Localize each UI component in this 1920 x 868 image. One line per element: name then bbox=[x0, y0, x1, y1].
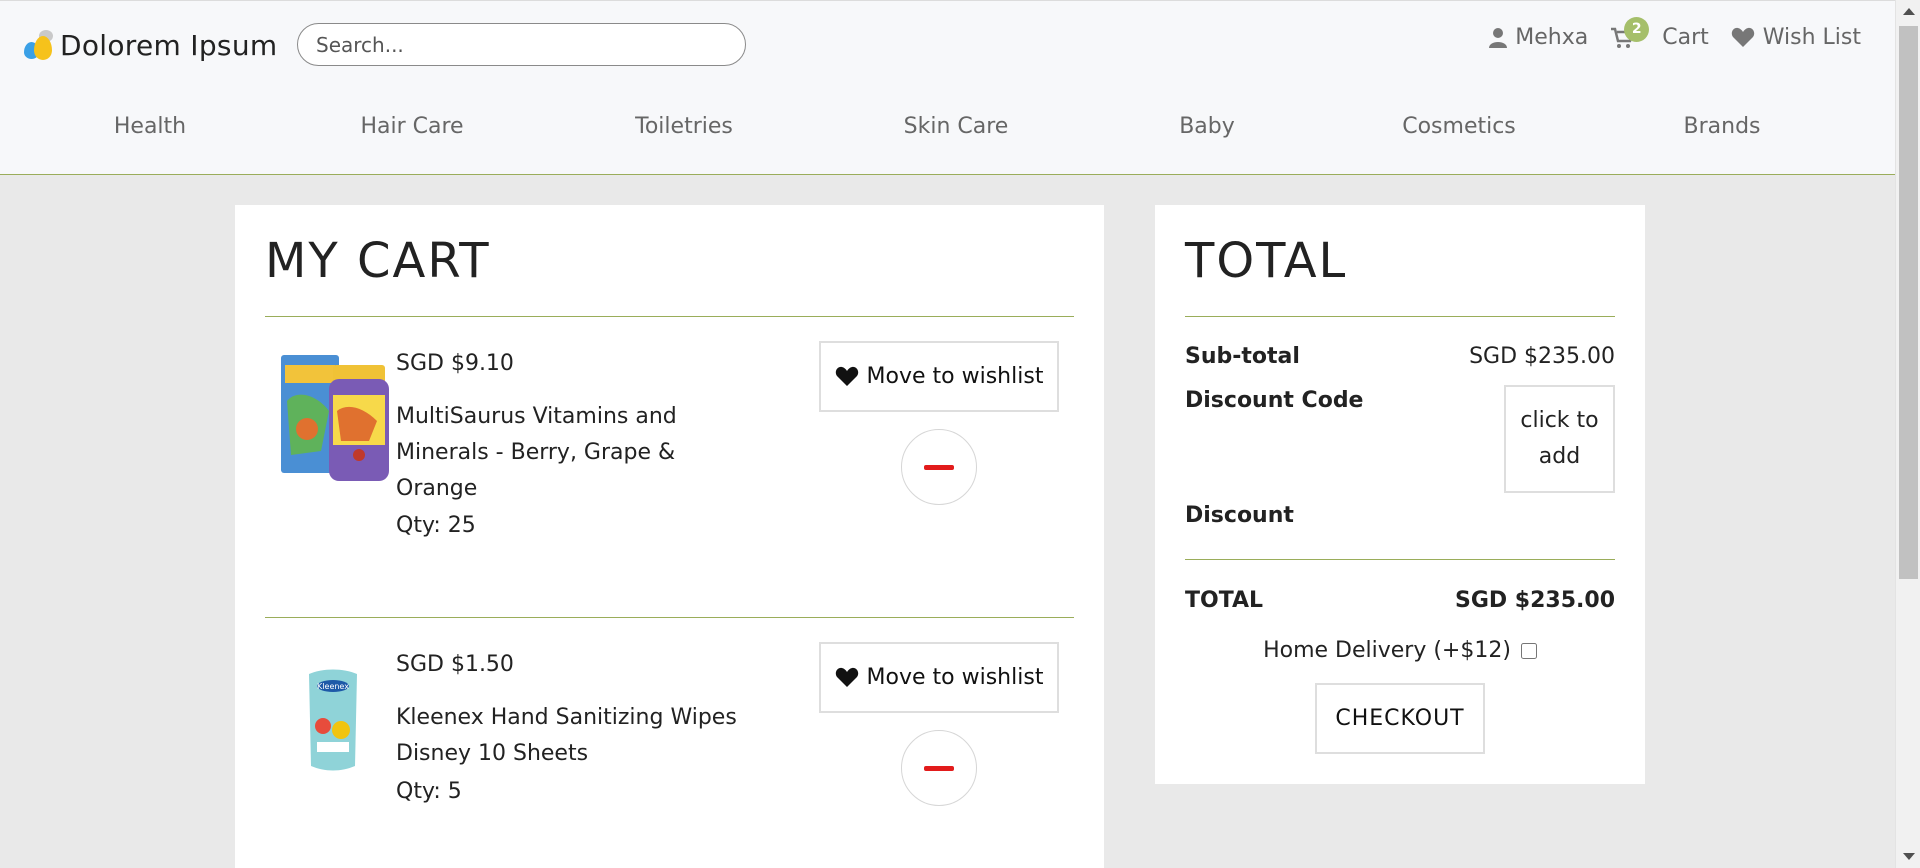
site-header: Dolorem Ipsum Mehxa 2 Cart Wish List Hea… bbox=[0, 0, 1895, 175]
home-delivery-option: Home Delivery (+$12) bbox=[1155, 638, 1645, 663]
divider bbox=[265, 316, 1074, 317]
cart-count-badge: 2 bbox=[1624, 16, 1650, 42]
move-to-wishlist-label: Move to wishlist bbox=[866, 364, 1044, 389]
minus-icon bbox=[924, 765, 954, 771]
total-label: TOTAL bbox=[1185, 588, 1264, 613]
home-delivery-label: Home Delivery (+$12) bbox=[1263, 638, 1511, 663]
scroll-down-icon[interactable] bbox=[1903, 853, 1915, 860]
subtotal-label: Sub-total bbox=[1185, 344, 1300, 369]
remove-item-button[interactable] bbox=[901, 730, 977, 806]
minus-icon bbox=[924, 464, 954, 470]
search-input[interactable] bbox=[297, 23, 746, 66]
nav-item-toiletries[interactable]: Toiletries bbox=[635, 114, 733, 139]
product-image bbox=[281, 355, 389, 481]
nav-item-baby[interactable]: Baby bbox=[1179, 114, 1235, 139]
move-to-wishlist-button[interactable]: Move to wishlist bbox=[819, 341, 1059, 412]
item-qty: Qty: 25 bbox=[396, 513, 476, 538]
nav-item-skin-care[interactable]: Skin Care bbox=[904, 114, 1009, 139]
item-qty: Qty: 5 bbox=[396, 779, 462, 804]
svg-text:Kleenex: Kleenex bbox=[317, 682, 349, 691]
cart-link[interactable]: 2 Cart bbox=[1610, 16, 1709, 50]
nav-item-brands[interactable]: Brands bbox=[1684, 114, 1761, 139]
logo-text: Dolorem Ipsum bbox=[60, 28, 278, 62]
cart-item: Kleenex SGD $1.50 Kleenex Hand Sanitizin… bbox=[265, 642, 1075, 868]
item-name[interactable]: Kleenex Hand Sanitizing Wipes Disney 10 … bbox=[396, 700, 746, 772]
total-title: TOTAL bbox=[1185, 233, 1348, 289]
cart-panel: MY CART SGD $9.10 MultiSaurus Vitamins a… bbox=[235, 205, 1104, 868]
logo[interactable]: Dolorem Ipsum bbox=[22, 28, 277, 62]
divider bbox=[265, 617, 1074, 618]
user-link[interactable]: Mehxa bbox=[1489, 25, 1588, 50]
add-discount-code-button[interactable]: click to add bbox=[1504, 385, 1615, 493]
item-price: SGD $1.50 bbox=[396, 652, 514, 677]
discount-label: Discount bbox=[1185, 503, 1294, 528]
wishlist-label: Wish List bbox=[1762, 25, 1861, 50]
heart-icon bbox=[835, 667, 858, 687]
item-price: SGD $9.10 bbox=[396, 351, 514, 376]
scrollbar[interactable] bbox=[1895, 0, 1920, 868]
divider bbox=[1185, 559, 1615, 560]
move-to-wishlist-label: Move to wishlist bbox=[866, 665, 1044, 690]
nav-item-cosmetics[interactable]: Cosmetics bbox=[1402, 114, 1516, 139]
item-name[interactable]: MultiSaurus Vitamins and Minerals - Berr… bbox=[396, 399, 746, 507]
cart-title: MY CART bbox=[265, 233, 491, 289]
subtotal-value: SGD $235.00 bbox=[1469, 344, 1615, 369]
scroll-thumb[interactable] bbox=[1899, 26, 1918, 579]
checkout-button[interactable]: CHECKOUT bbox=[1315, 683, 1485, 754]
logo-icon bbox=[22, 28, 54, 62]
cart-item: SGD $9.10 MultiSaurus Vitamins and Miner… bbox=[265, 341, 1075, 591]
discount-code-label: Discount Code bbox=[1185, 388, 1364, 413]
home-delivery-checkbox[interactable] bbox=[1520, 642, 1537, 659]
user-icon bbox=[1489, 27, 1508, 48]
scroll-up-icon[interactable] bbox=[1903, 8, 1915, 15]
account-links: Mehxa 2 Cart Wish List bbox=[1467, 16, 1861, 50]
divider bbox=[1185, 316, 1615, 317]
cart-label: Cart bbox=[1662, 25, 1709, 50]
nav-item-health[interactable]: Health bbox=[114, 114, 186, 139]
total-value: SGD $235.00 bbox=[1454, 588, 1615, 613]
total-panel: TOTAL Sub-total SGD $235.00 Discount Cod… bbox=[1155, 205, 1645, 784]
nav-item-hair-care[interactable]: Hair Care bbox=[360, 114, 463, 139]
move-to-wishlist-button[interactable]: Move to wishlist bbox=[819, 642, 1059, 713]
wishlist-link[interactable]: Wish List bbox=[1731, 25, 1861, 50]
product-image: Kleenex bbox=[309, 669, 357, 771]
heart-icon bbox=[835, 366, 858, 386]
remove-item-button[interactable] bbox=[901, 429, 977, 505]
heart-icon bbox=[1731, 27, 1754, 47]
user-label: Mehxa bbox=[1515, 25, 1589, 50]
